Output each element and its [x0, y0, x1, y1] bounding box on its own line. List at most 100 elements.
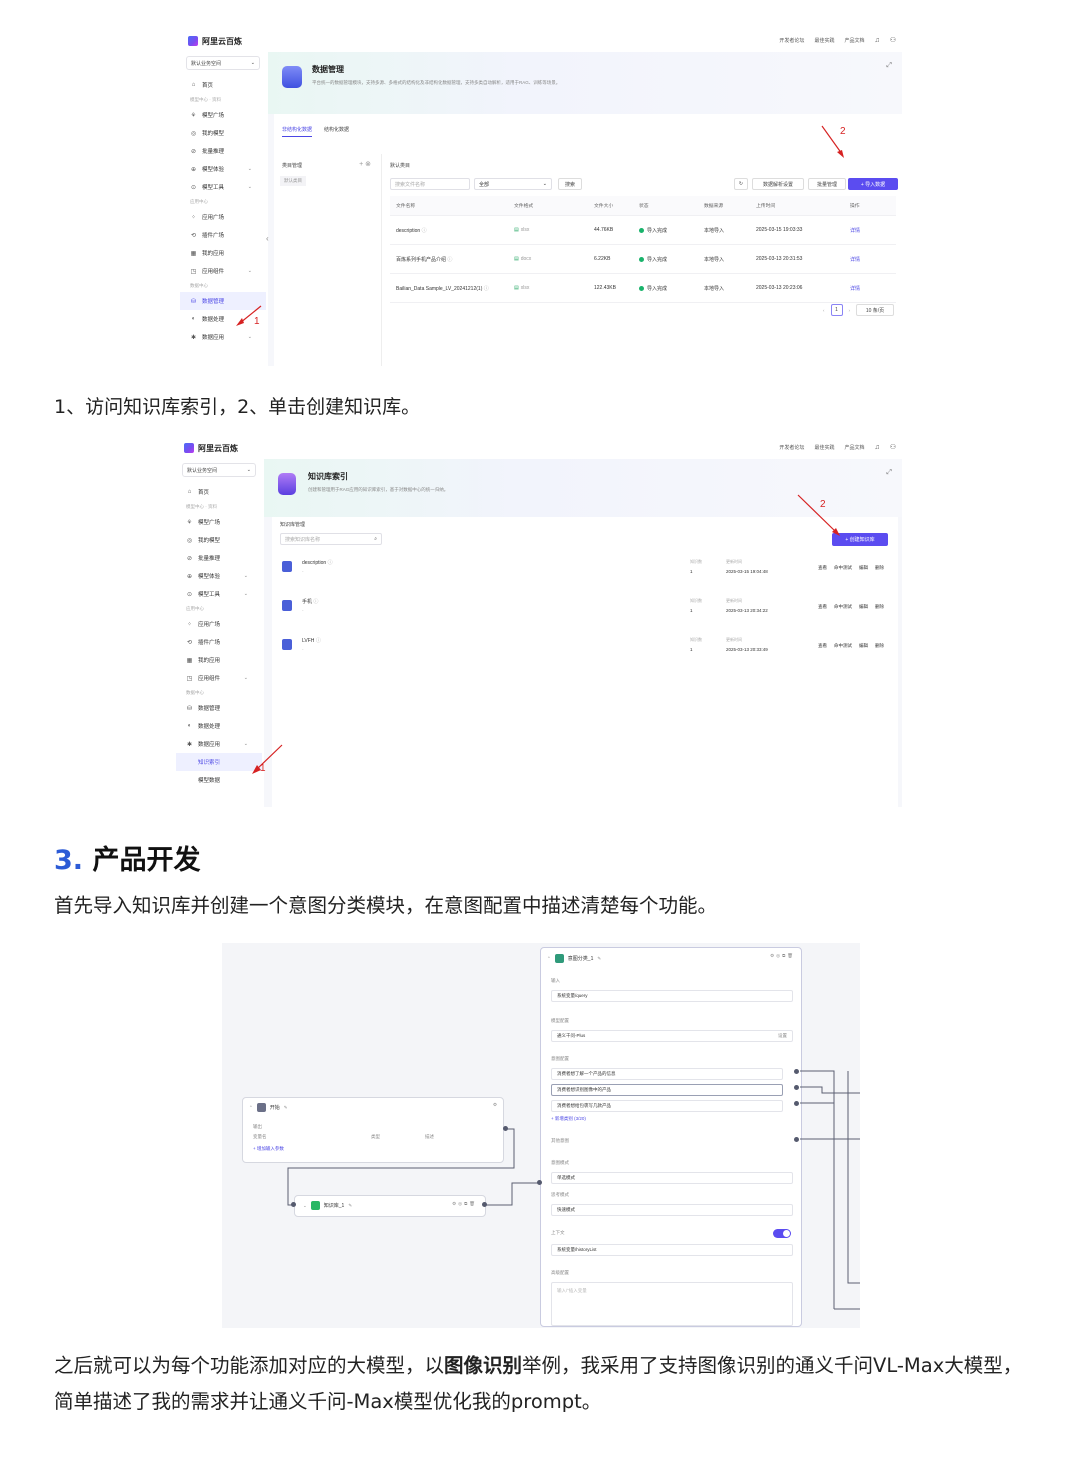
sidebar-item[interactable]: ⚘ 模型广场: [176, 513, 262, 531]
sidebar-item[interactable]: ▦ 我的应用: [176, 651, 262, 669]
collapse-icon[interactable]: ‹: [266, 234, 274, 243]
expand-icon[interactable]: ⤢: [886, 469, 892, 477]
top-link-forum[interactable]: 开发者论坛: [779, 37, 804, 44]
sidebar-item[interactable]: ✱ 数据应用 ⌄: [176, 735, 262, 753]
info-icon[interactable]: ⓘ: [328, 560, 333, 566]
kb-output-port[interactable]: [482, 1202, 487, 1207]
info-icon[interactable]: ⓘ: [316, 638, 321, 644]
edit-link[interactable]: 编辑: [859, 565, 868, 571]
top-link-docs[interactable]: 产品文档: [844, 37, 864, 44]
expand-icon[interactable]: ⤢: [886, 62, 892, 70]
intent-input-port[interactable]: [537, 1180, 542, 1185]
workspace-select[interactable]: 默认业务空间 ⌄: [182, 463, 256, 477]
info-icon[interactable]: ⓘ: [484, 286, 489, 292]
sidebar-item[interactable]: ◳ 应用组件 ⌄: [180, 262, 266, 280]
import-data-button[interactable]: + 导入数据: [848, 178, 898, 190]
category-item-default[interactable]: 默认类目: [280, 176, 306, 186]
view-link[interactable]: 查看: [818, 643, 827, 649]
tab-unstructured[interactable]: 非结构化数据: [282, 126, 313, 137]
sidebar-item[interactable]: ◐ 数据处理: [176, 717, 262, 735]
list-item[interactable]: description ⓘ - 知识数 1 更新时间 2025-03-15 19:04:4…: [272, 551, 898, 589]
sidebar-item[interactable]: ⊕ 模型体验 ⌄: [176, 567, 262, 585]
tab-structured[interactable]: 结构化数据: [324, 126, 349, 137]
sidebar-item[interactable]: ◳ 应用组件 ⌄: [176, 669, 262, 687]
delete-link[interactable]: 删除: [875, 604, 884, 610]
start-output-port[interactable]: [503, 1126, 508, 1131]
sidebar-item[interactable]: ⊘ 批量推理: [180, 142, 266, 160]
brand[interactable]: 阿里云百炼: [184, 443, 238, 454]
parse-settings-button[interactable]: 数据解析设置: [752, 178, 804, 190]
list-item[interactable]: LVFH ⓘ - 知识数 1 更新时间 2025-03-13 20:33:49 查看 命中测试…: [272, 629, 898, 667]
page-size-select[interactable]: 10 条/页: [856, 304, 894, 316]
hit-test-link[interactable]: 命中测试: [834, 565, 852, 571]
sidebar-item-label: 数据管理: [202, 299, 225, 305]
list-item[interactable]: 手机 ⓘ - 知识数 1 更新时间 2025-03-13 20:34:22 查看 命中测试 编辑…: [272, 590, 898, 628]
sidebar-item[interactable]: 模型数据: [176, 771, 262, 789]
sidebar-item[interactable]: ⌂ 首页: [180, 76, 266, 94]
sidebar-item[interactable]: ◎ 我的模型: [180, 124, 266, 142]
prev-page-icon[interactable]: ‹: [823, 308, 825, 313]
workspace-select[interactable]: 默认业务空间 ⌄: [186, 56, 260, 70]
sidebar-item[interactable]: ✱ 数据应用 ⌄: [180, 328, 266, 346]
status-filter-select[interactable]: 全部 ⌄: [474, 178, 552, 190]
top-link-forum[interactable]: 开发者论坛: [779, 444, 804, 451]
info-icon[interactable]: ⓘ: [313, 599, 318, 605]
top-link-docs[interactable]: 产品文档: [844, 444, 864, 451]
sidebar-item[interactable]: ⌂ 首页: [176, 483, 262, 501]
other-intent-port[interactable]: [794, 1137, 799, 1142]
detail-link[interactable]: 详情: [850, 256, 874, 263]
create-knowledge-base-button[interactable]: + 创建知识库: [832, 533, 888, 546]
top-link-practice[interactable]: 最佳实践: [814, 37, 834, 44]
file-name-cell[interactable]: description ⓘ: [390, 227, 514, 234]
delete-link[interactable]: 删除: [875, 565, 884, 571]
edit-link[interactable]: 编辑: [859, 643, 868, 649]
bell-icon[interactable]: ♫: [874, 444, 879, 451]
next-page-icon[interactable]: ›: [849, 308, 851, 313]
batch-icon: ⊘: [186, 555, 193, 562]
view-link[interactable]: 查看: [818, 604, 827, 610]
file-name-cell[interactable]: Bailian_Data Sample_LV_20241212(1) ⓘ: [390, 285, 514, 292]
sidebar-item[interactable]: 知识索引: [176, 753, 262, 771]
data-process-icon: ◐: [187, 723, 192, 729]
sidebar-item[interactable]: ⛁ 数据管理: [180, 292, 266, 310]
sidebar-item[interactable]: ⟲ 插件广场: [180, 226, 266, 244]
file-name-cell[interactable]: 百炼系列手机产品介绍 ⓘ: [390, 256, 514, 263]
hit-test-link[interactable]: 命中测试: [834, 604, 852, 610]
hit-test-link[interactable]: 命中测试: [834, 643, 852, 649]
view-link[interactable]: 查看: [818, 565, 827, 571]
sidebar-item[interactable]: ◎ 我的模型: [176, 531, 262, 549]
page-number[interactable]: 1: [830, 304, 843, 316]
bell-icon[interactable]: ♫: [874, 37, 879, 44]
sidebar-item[interactable]: ⚘ 模型广场: [180, 106, 266, 124]
detail-link[interactable]: 详情: [850, 285, 874, 292]
sidebar-item[interactable]: ⊙ 模型工具 ⌄: [176, 585, 262, 603]
search-input[interactable]: 搜索文件名称: [390, 178, 470, 190]
sidebar-item[interactable]: ▦ 我的应用: [180, 244, 266, 262]
add-category-icon[interactable]: + ⊗: [359, 160, 371, 168]
batch-manage-button[interactable]: 批量管理: [808, 178, 846, 190]
search-button[interactable]: 搜索: [558, 178, 582, 190]
intent-port-2[interactable]: [794, 1085, 799, 1090]
sidebar-item[interactable]: ⊘ 批量推理: [176, 549, 262, 567]
user-icon[interactable]: ⚇: [890, 36, 896, 44]
annotation-mark-2: 2: [820, 499, 826, 510]
sidebar-item[interactable]: ⟲ 插件广场: [176, 633, 262, 651]
search-input[interactable]: 搜索知识库名称 ⌕: [280, 533, 382, 545]
sidebar-item[interactable]: ⁘ 应用广场: [180, 208, 266, 226]
refresh-icon[interactable]: ↻: [734, 178, 748, 190]
detail-link[interactable]: 详情: [850, 227, 874, 234]
intent-port-3[interactable]: [794, 1101, 799, 1106]
top-link-practice[interactable]: 最佳实践: [814, 444, 834, 451]
user-icon[interactable]: ⚇: [890, 443, 896, 451]
sidebar-item[interactable]: ⛁ 数据管理: [176, 699, 262, 717]
info-icon[interactable]: ⓘ: [447, 257, 452, 263]
intent-port-1[interactable]: [794, 1069, 799, 1074]
kb-input-port[interactable]: [291, 1202, 296, 1207]
delete-link[interactable]: 删除: [875, 643, 884, 649]
edit-link[interactable]: 编辑: [859, 604, 868, 610]
sidebar-item[interactable]: ⊕ 模型体验 ⌄: [180, 160, 266, 178]
brand[interactable]: 阿里云百炼: [188, 36, 242, 47]
sidebar-item[interactable]: ⁘ 应用广场: [176, 615, 262, 633]
info-icon[interactable]: ⓘ: [422, 228, 427, 234]
sidebar-item[interactable]: ⊙ 模型工具 ⌄: [180, 178, 266, 196]
